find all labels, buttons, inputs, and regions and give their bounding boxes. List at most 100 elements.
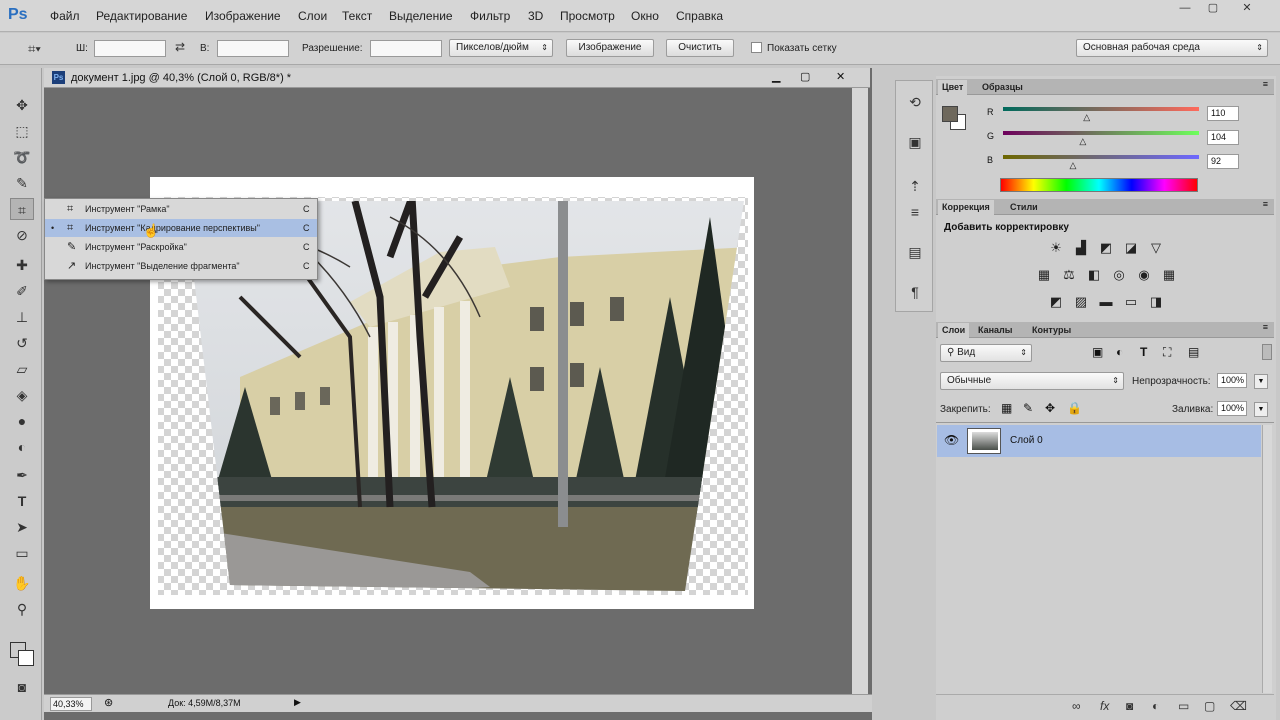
panel-menu-icon[interactable]: ≡ bbox=[1263, 322, 1268, 332]
eraser-tool-icon[interactable]: ▱ bbox=[10, 358, 34, 380]
crop-tool-icon[interactable]: ⌗ bbox=[10, 198, 34, 220]
resolution-units-select[interactable]: Пикселов/дюйм ⇕ bbox=[449, 39, 553, 57]
channel-mixer-icon[interactable]: ◉ bbox=[1135, 267, 1153, 283]
show-grid-checkbox[interactable] bbox=[751, 42, 762, 53]
doc-minimize-icon[interactable]: ▁ bbox=[772, 70, 780, 83]
layer-style-icon[interactable]: fx bbox=[1100, 699, 1109, 713]
document-tab[interactable]: Ps документ 1.jpg @ 40,3% (Слой 0, RGB/8… bbox=[44, 68, 870, 88]
front-image-button[interactable]: Изображение bbox=[566, 39, 654, 57]
type-tool-icon[interactable]: T bbox=[10, 490, 34, 512]
swap-icon[interactable]: ⇄ bbox=[175, 40, 185, 54]
fill-dropdown-icon[interactable]: ▼ bbox=[1254, 402, 1268, 417]
history-brush-tool-icon[interactable]: ↺ bbox=[10, 332, 34, 354]
photo-filter-icon[interactable]: ◎ bbox=[1110, 267, 1128, 283]
flyout-item-crop[interactable]: ⌗ Инструмент "Рамка" C bbox=[45, 200, 317, 218]
posterize-icon[interactable]: ▨ bbox=[1072, 294, 1090, 310]
color-balance-icon[interactable]: ⚖ bbox=[1060, 267, 1078, 283]
document-vertical-scrollbar[interactable] bbox=[852, 88, 868, 694]
menu-file[interactable]: Файл bbox=[50, 9, 80, 23]
levels-icon[interactable]: ▟ bbox=[1072, 240, 1090, 256]
menu-window[interactable]: Окно bbox=[631, 9, 659, 23]
tab-swatches[interactable]: Образцы bbox=[978, 80, 1027, 95]
history-panel-icon[interactable]: ⟲ bbox=[904, 91, 926, 113]
gradient-map-icon[interactable]: ▭ bbox=[1122, 294, 1140, 310]
folder-panel-icon[interactable]: ▤ bbox=[904, 241, 926, 263]
menu-filter[interactable]: Фильтр bbox=[470, 9, 510, 23]
new-adjustment-icon[interactable]: ◐ bbox=[1152, 699, 1159, 713]
clear-button[interactable]: Очистить bbox=[666, 39, 734, 57]
tab-channels[interactable]: Каналы bbox=[974, 323, 1016, 338]
blur-tool-icon[interactable]: ● bbox=[10, 410, 34, 432]
menu-help[interactable]: Справка bbox=[676, 9, 723, 23]
properties-panel-icon[interactable]: ≡ bbox=[904, 201, 926, 223]
flyout-item-slice[interactable]: ✎ Инструмент "Раскройка" C bbox=[45, 238, 317, 256]
hue-saturation-icon[interactable]: ▦ bbox=[1035, 267, 1053, 283]
filter-adjustment-icon[interactable]: ◐ bbox=[1116, 345, 1123, 359]
menu-view[interactable]: Просмотр bbox=[560, 9, 615, 23]
flyout-item-perspective-crop[interactable]: • ⌗ Инструмент "Кадрирование перспективы… bbox=[45, 219, 317, 237]
selective-color-icon[interactable]: ◨ bbox=[1147, 294, 1165, 310]
filter-type-icon[interactable]: T bbox=[1140, 345, 1147, 359]
paint-bucket-tool-icon[interactable]: ◈ bbox=[10, 384, 34, 406]
move-tool-icon[interactable]: ✥ bbox=[10, 94, 34, 116]
fill-field[interactable]: 100% bbox=[1217, 401, 1247, 416]
r-slider[interactable] bbox=[1003, 107, 1199, 111]
g-slider-thumb-icon[interactable]: △ bbox=[1079, 136, 1086, 147]
eyedropper-tool-icon[interactable]: ⊘ bbox=[10, 224, 34, 246]
paragraph-panel-icon[interactable]: ¶ bbox=[904, 281, 926, 303]
pen-tool-icon[interactable]: ✒ bbox=[10, 464, 34, 486]
menu-layers[interactable]: Слои bbox=[298, 9, 327, 23]
lock-transparent-icon[interactable]: ▦ bbox=[1001, 401, 1012, 415]
panel-menu-icon[interactable]: ≡ bbox=[1263, 199, 1268, 209]
doc-close-icon[interactable]: ✕ bbox=[836, 70, 845, 83]
r-value-field[interactable]: 110 bbox=[1207, 106, 1239, 121]
tab-paths[interactable]: Контуры bbox=[1028, 323, 1075, 338]
restore-icon[interactable]: ▢ bbox=[1206, 2, 1220, 14]
minimize-icon[interactable]: — bbox=[1178, 2, 1192, 14]
vibrance-icon[interactable]: ▽ bbox=[1147, 240, 1165, 256]
marquee-tool-icon[interactable]: ⬚ bbox=[10, 120, 34, 142]
status-arrow-icon[interactable]: ▶ bbox=[294, 697, 301, 708]
brightness-icon[interactable]: ☀ bbox=[1047, 240, 1065, 256]
share-icon[interactable]: ⊛ bbox=[104, 696, 113, 709]
background-color-swatch[interactable] bbox=[18, 650, 34, 666]
b-slider[interactable] bbox=[1003, 155, 1199, 159]
layer-filter-select[interactable]: ⚲ Вид ⇕ bbox=[940, 344, 1032, 362]
tab-styles[interactable]: Стили bbox=[1006, 200, 1042, 215]
dodge-tool-icon[interactable]: ◐ bbox=[10, 436, 34, 458]
blend-mode-select[interactable]: Обычные ⇕ bbox=[940, 372, 1124, 390]
doc-restore-icon[interactable]: ▢ bbox=[800, 70, 810, 83]
b-slider-thumb-icon[interactable]: △ bbox=[1070, 160, 1077, 171]
width-field[interactable] bbox=[94, 40, 166, 57]
layer-row[interactable]: 👁 Слой 0 bbox=[937, 425, 1261, 457]
lock-position-icon[interactable]: ✥ bbox=[1045, 401, 1055, 415]
hand-tool-icon[interactable]: ✋ bbox=[10, 572, 34, 594]
lasso-tool-icon[interactable]: ➰ bbox=[10, 146, 34, 168]
tab-layers[interactable]: Слои bbox=[938, 323, 970, 338]
g-slider[interactable] bbox=[1003, 131, 1199, 135]
curves-icon[interactable]: ◩ bbox=[1097, 240, 1115, 256]
menu-select[interactable]: Выделение bbox=[389, 9, 453, 23]
brush-tool-icon[interactable]: ✐ bbox=[10, 280, 34, 302]
menu-image[interactable]: Изображение bbox=[205, 9, 281, 23]
filter-pixel-icon[interactable]: ▣ bbox=[1092, 345, 1103, 359]
close-icon[interactable]: ✕ bbox=[1240, 2, 1254, 14]
new-layer-icon[interactable]: ▢ bbox=[1204, 699, 1215, 713]
tab-adjustments[interactable]: Коррекция bbox=[938, 200, 994, 215]
fg-color-swatch[interactable] bbox=[942, 106, 958, 122]
opacity-field[interactable]: 100% bbox=[1217, 373, 1247, 388]
layers-scrollbar[interactable] bbox=[1262, 425, 1272, 693]
lock-all-icon[interactable]: 🔒 bbox=[1067, 401, 1082, 415]
zoom-field[interactable]: 40,33% bbox=[50, 697, 92, 711]
resolution-field[interactable] bbox=[370, 40, 442, 57]
menu-edit[interactable]: Редактирование bbox=[96, 9, 187, 23]
new-group-icon[interactable]: ▭ bbox=[1178, 699, 1189, 713]
b-value-field[interactable]: 92 bbox=[1207, 154, 1239, 169]
color-lookup-icon[interactable]: ▦ bbox=[1160, 267, 1178, 283]
visibility-eye-icon[interactable]: 👁 bbox=[944, 433, 959, 447]
filter-shape-icon[interactable]: ⛶ bbox=[1163, 345, 1171, 360]
zoom-tool-icon[interactable]: ⚲ bbox=[10, 598, 34, 620]
black-white-icon[interactable]: ◧ bbox=[1085, 267, 1103, 283]
stamp-tool-icon[interactable]: ⊥ bbox=[10, 306, 34, 328]
menu-3d[interactable]: 3D bbox=[528, 9, 543, 23]
